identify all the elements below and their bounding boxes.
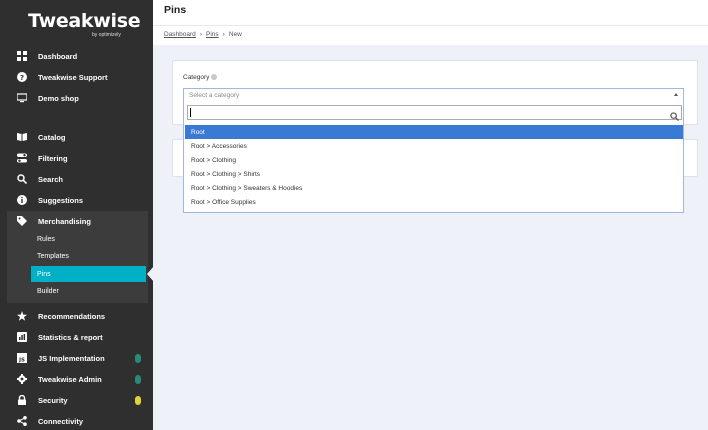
dropdown-option[interactable]: Root > Clothing <box>185 153 683 167</box>
sidebar-subitem-templates[interactable]: Templates <box>31 248 146 264</box>
lock-icon <box>17 395 27 405</box>
dropdown-option[interactable]: Root > Office Supplies <box>185 195 683 209</box>
sidebar-item-catalog[interactable]: Catalog <box>0 127 153 147</box>
book-icon <box>17 132 27 142</box>
breadcrumb-separator: › <box>199 31 202 38</box>
toggle-icon <box>17 153 27 163</box>
breadcrumb-link-pins[interactable]: Pins <box>206 31 219 38</box>
sidebar-item-label: Recommendations <box>38 311 106 321</box>
sidebar-item-search[interactable]: Search <box>0 169 153 189</box>
dropdown-option[interactable]: Root <box>185 125 683 139</box>
sidebar: Tweakwise by optimizely Dashboard ? Twea… <box>0 0 153 430</box>
status-badge <box>135 374 141 384</box>
dropdown-option[interactable]: Root > Clothing > Shirts <box>185 167 683 181</box>
search-icon <box>17 174 27 184</box>
status-badge <box>135 353 141 363</box>
dropdown-option[interactable]: Root > Accessories <box>185 139 683 153</box>
sidebar-subitem-builder[interactable]: Builder <box>31 283 146 299</box>
sidebar-item-label: Catalog <box>38 132 66 142</box>
monitor-icon <box>17 93 27 103</box>
js-icon: JS <box>17 353 27 363</box>
sidebar-item-label: Dashboard <box>38 51 78 61</box>
sidebar-item-label: Demo shop <box>38 93 79 103</box>
grid-icon <box>17 51 27 61</box>
caret-up-icon <box>674 93 678 96</box>
breadcrumb: Dashboard › Pins › New <box>164 31 242 38</box>
sidebar-item-security[interactable]: Security <box>0 390 153 410</box>
sidebar-item-js-implementation[interactable]: JS JS Implementation <box>0 348 153 368</box>
category-label: Category <box>183 74 218 81</box>
breadcrumb-link-dashboard[interactable]: Dashboard <box>164 31 196 38</box>
text-cursor <box>190 108 191 117</box>
gear-icon <box>17 374 27 384</box>
sidebar-item-label: JS Implementation <box>38 353 105 363</box>
svg-text:JS: JS <box>18 358 25 364</box>
page-title: Pins <box>164 4 187 16</box>
sidebar-item-dashboard[interactable]: Dashboard <box>0 46 153 66</box>
search-icon <box>670 108 679 121</box>
sidebar-item-label: Connectivity <box>38 416 84 426</box>
question-icon: ? <box>17 72 27 82</box>
breadcrumb-bar: Dashboard › Pins › New <box>153 26 708 45</box>
category-dropdown: Root Root > Accessories Root > Clothing … <box>183 102 684 213</box>
status-badge <box>135 395 141 405</box>
sidebar-subitem-rules[interactable]: Rules <box>31 231 146 247</box>
sidebar-item-tweakwise-support[interactable]: ? Tweakwise Support <box>0 67 153 87</box>
sidebar-item-label: Statistics & report <box>38 332 103 342</box>
help-icon[interactable] <box>211 74 218 81</box>
sidebar-item-statistics[interactable]: Statistics & report <box>0 327 153 347</box>
sidebar-item-label: Filtering <box>38 153 68 163</box>
sidebar-item-label: Tweakwise Admin <box>38 374 102 384</box>
dropdown-option[interactable]: Root > Clothing > Sweaters & Hoodies <box>185 181 683 195</box>
logo[interactable]: Tweakwise by optimizely <box>28 10 141 40</box>
active-indicator <box>147 266 154 282</box>
tag-icon <box>17 216 27 226</box>
sidebar-item-label: Suggestions <box>38 195 84 205</box>
header: Pins <box>153 0 708 26</box>
chart-icon <box>17 332 27 342</box>
info-icon <box>17 195 27 205</box>
sidebar-item-recommendations[interactable]: Recommendations <box>0 306 153 326</box>
sidebar-item-demo-shop[interactable]: Demo shop <box>0 88 153 108</box>
sidebar-item-connectivity[interactable]: Connectivity <box>0 411 153 430</box>
sidebar-subitem-pins[interactable]: Pins <box>31 266 146 282</box>
sidebar-item-label: Security <box>38 395 68 405</box>
share-icon <box>17 416 27 426</box>
dropdown-search-input[interactable] <box>187 105 682 120</box>
sidebar-item-label: Tweakwise Support <box>38 72 108 82</box>
select-placeholder: Select a category <box>189 92 240 99</box>
category-label-text: Category <box>183 74 210 81</box>
breadcrumb-current: New <box>228 31 242 38</box>
sidebar-item-label: Search <box>38 174 64 184</box>
logo-text: Tweakwise <box>28 10 141 32</box>
logo-subtext: by optimizely <box>92 32 121 38</box>
sidebar-item-filtering[interactable]: Filtering <box>0 148 153 168</box>
sidebar-item-suggestions[interactable]: Suggestions <box>0 190 153 210</box>
sidebar-item-merchandising[interactable]: Merchandising <box>0 211 153 231</box>
category-select[interactable]: Select a category <box>183 88 684 103</box>
sidebar-item-label: Merchandising <box>38 216 91 226</box>
breadcrumb-separator: › <box>222 31 225 38</box>
sidebar-item-tweakwise-admin[interactable]: Tweakwise Admin <box>0 369 153 389</box>
star-icon <box>17 311 27 321</box>
svg-text:?: ? <box>20 74 24 82</box>
